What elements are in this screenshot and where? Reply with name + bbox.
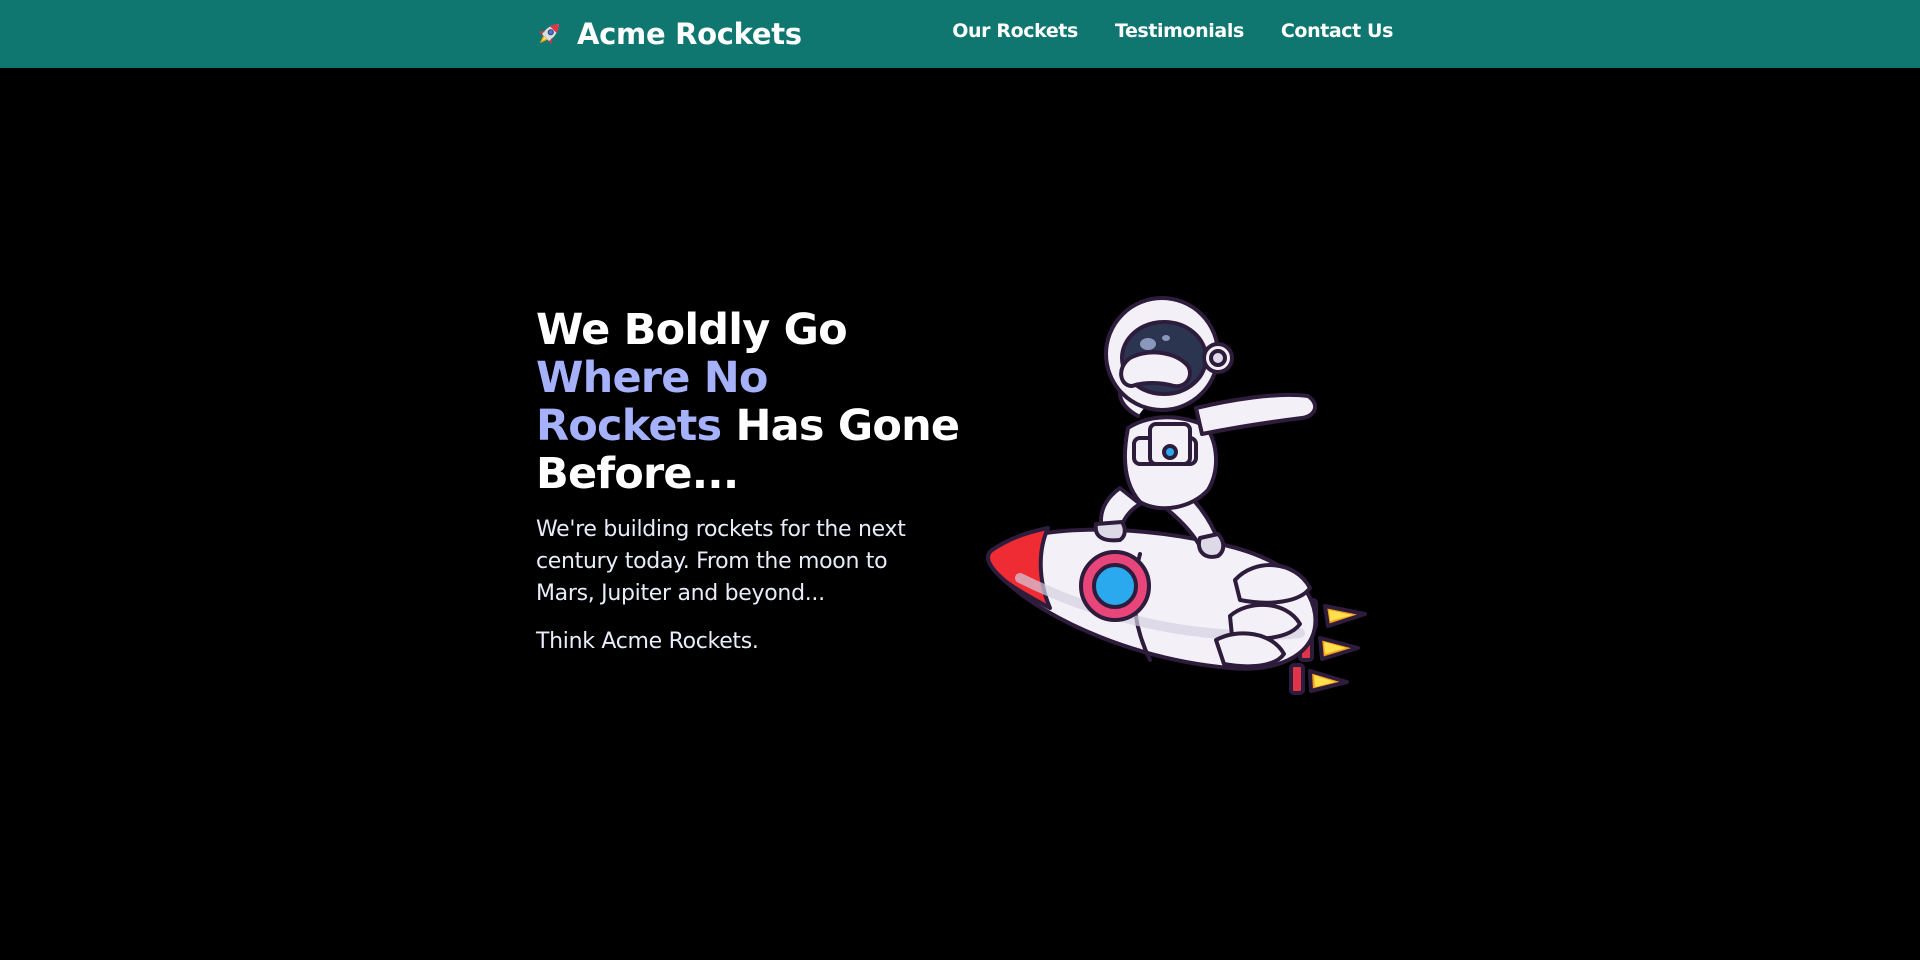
headline-accent: Where No Rockets (536, 353, 768, 451)
hero-text: We Boldly Go Where No Rockets Has Gone B… (536, 306, 966, 658)
nav-link-contact-us[interactable]: Contact Us (1281, 20, 1394, 42)
brand-link[interactable]: Acme Rockets (533, 14, 802, 54)
rocket-flame-middle (1318, 636, 1360, 661)
nav-link-testimonials[interactable]: Testimonials (1115, 20, 1244, 42)
site-header: Acme Rockets Our Rockets Testimonials Co… (0, 0, 1920, 68)
astronaut-riding-rocket-illustration (986, 296, 1367, 695)
rocket-icon (538, 24, 559, 45)
rocket-flame-top (1323, 604, 1367, 628)
hero-tagline: Think Acme Rockets. (536, 629, 759, 654)
brand-name: Acme Rockets (577, 17, 802, 51)
nav-link-our-rockets[interactable]: Our Rockets (952, 20, 1078, 42)
rocket-flame-bottom (1308, 669, 1349, 693)
main-nav: Our Rockets Testimonials Contact Us (952, 20, 1393, 42)
hero-description: We're building rockets for the next cent… (536, 517, 906, 606)
headline-part-1: We Boldly Go (536, 305, 848, 355)
hero-headline: We Boldly Go Where No Rockets Has Gone B… (536, 306, 966, 498)
